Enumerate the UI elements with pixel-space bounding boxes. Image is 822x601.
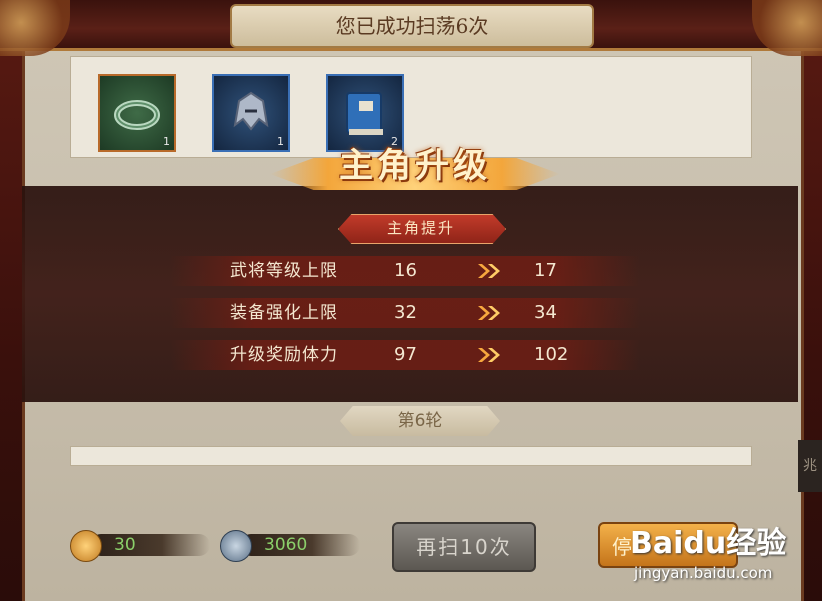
gold-ingot-icon: [70, 530, 102, 562]
subtitle-label: 主角提升: [386, 219, 455, 237]
counter-bar: [90, 534, 210, 556]
watermark-url: jingyan.baidu.com: [634, 564, 773, 582]
stat-row: 装备强化上限 32 34: [170, 298, 640, 328]
stat-label: 升级奖励体力: [230, 345, 338, 365]
helmet-icon: [233, 91, 269, 131]
book-icon: [346, 92, 383, 135]
stat-row: 武将等级上限 16 17: [170, 256, 640, 286]
stat-row: 升级奖励体力 97 102: [170, 340, 640, 370]
stat-old-value: 32: [394, 302, 417, 323]
level-up-title: 主角升级: [339, 146, 491, 186]
double-arrow-icon: [478, 348, 500, 362]
stat-old-value: 97: [394, 344, 417, 365]
stat-new-value: 34: [534, 302, 557, 323]
bracelet-icon: [114, 100, 160, 130]
stat-new-value: 17: [534, 260, 557, 281]
double-arrow-icon: [478, 306, 500, 320]
silver-value: 3060: [264, 535, 308, 555]
gold-counter: 30: [70, 530, 210, 562]
stat-label: 武将等级上限: [230, 261, 338, 281]
gold-value: 30: [114, 535, 136, 555]
sweep-10-button[interactable]: 再扫10次: [392, 522, 536, 572]
round-label: 第6轮: [340, 406, 500, 436]
reward-item[interactable]: 1: [98, 74, 176, 152]
silver-coin-icon: [220, 530, 252, 562]
stat-new-value: 102: [534, 344, 569, 365]
watermark: Baidu经验 jingyan.baidu.com: [630, 510, 810, 590]
page-title: 您已成功扫荡6次: [335, 14, 489, 38]
reward-count: 1: [163, 135, 170, 148]
stat-old-value: 16: [394, 260, 417, 281]
silver-counter: 3060: [220, 530, 360, 562]
stat-label: 装备强化上限: [230, 303, 338, 323]
side-tab[interactable]: 兆: [798, 440, 822, 492]
round-reward-list: [70, 446, 752, 466]
watermark-logo-text: Baidu经验: [630, 526, 787, 561]
double-arrow-icon: [478, 264, 500, 278]
